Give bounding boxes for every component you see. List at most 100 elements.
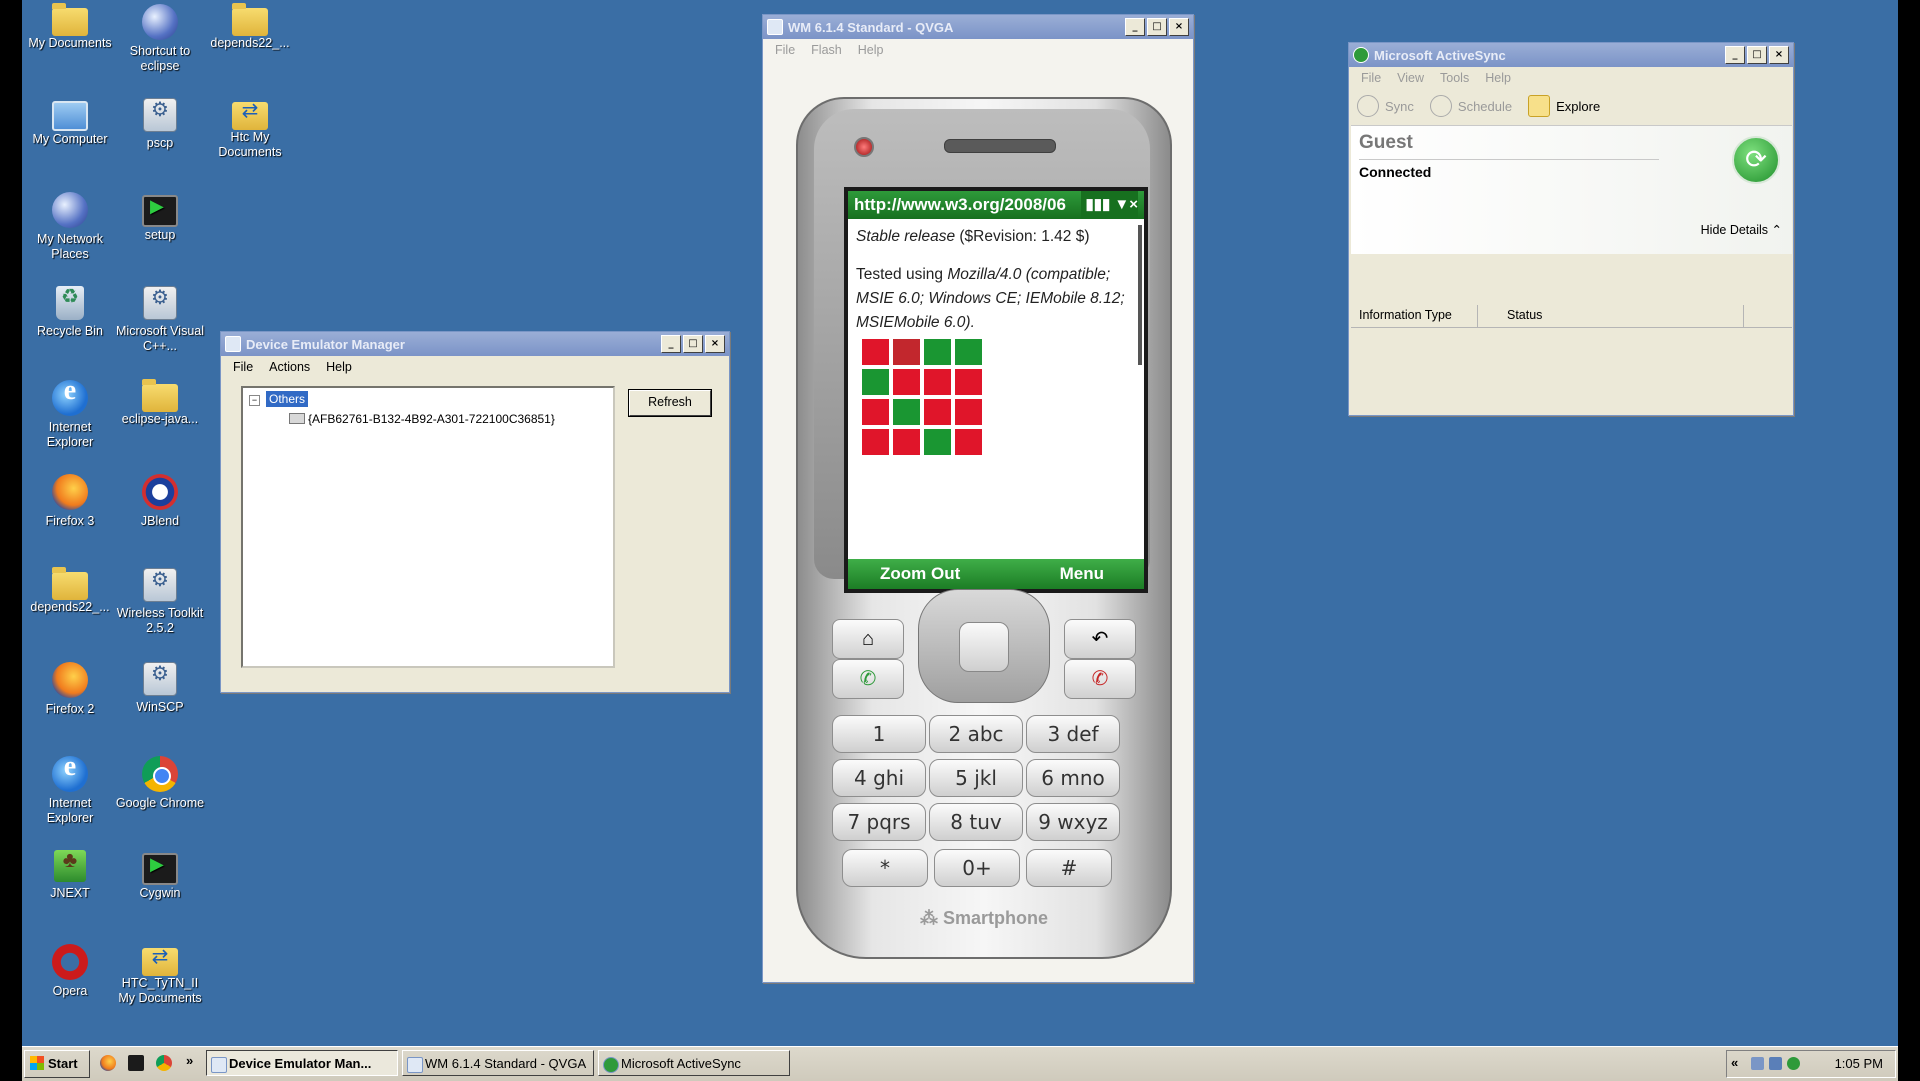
menu-view[interactable]: View xyxy=(1389,71,1432,85)
desktop-icon-htc-my-documents[interactable]: Htc My Documents xyxy=(205,98,295,160)
dpad-center-button[interactable] xyxy=(959,622,1009,672)
key-9[interactable]: 9 wxyz xyxy=(1026,803,1120,841)
desktop-icon-my-computer[interactable]: My Computer xyxy=(25,98,115,147)
column-status[interactable]: Status xyxy=(1507,308,1542,322)
minimize-button[interactable]: _ xyxy=(661,335,681,353)
key-4[interactable]: 4 ghi xyxy=(832,759,926,797)
tested-using-label: Tested using xyxy=(856,266,948,283)
minimize-button[interactable]: _ xyxy=(1725,46,1745,64)
dem-titlebar[interactable]: Device Emulator Manager _ □ × xyxy=(221,332,729,356)
back-button[interactable]: ↶ xyxy=(1064,619,1136,659)
menu-actions[interactable]: Actions xyxy=(261,360,318,374)
desktop-icon-htc-tytn[interactable]: HTC_TyTN_II My Documents xyxy=(115,944,205,1006)
emulator-window: WM 6.1.4 Standard - QVGA _ □ × File Flas… xyxy=(762,14,1194,983)
desktop-icon-setup[interactable]: setup xyxy=(115,192,205,243)
schedule-button[interactable]: Schedule xyxy=(1429,95,1512,117)
desktop-icon-internet-explorer[interactable]: Internet Explorer xyxy=(25,380,115,450)
taskbar-button-emulator[interactable]: WM 6.1.4 Standard - QVGA xyxy=(402,1050,594,1076)
quicklaunch-chrome-icon[interactable] xyxy=(156,1055,172,1071)
desktop-icon-eclipse-java[interactable]: eclipse-java... xyxy=(115,379,205,427)
desktop-icon-pscp[interactable]: pscp xyxy=(115,98,205,151)
start-button[interactable]: Start xyxy=(24,1050,90,1078)
browser-url: http://www.w3.org/2008/06 xyxy=(854,195,1066,214)
browser-address-bar[interactable]: http://www.w3.org/2008/06 ▮▮▮ ▼× xyxy=(848,191,1144,219)
tray-expand-button[interactable]: « xyxy=(1731,1055,1738,1070)
key-star[interactable]: * xyxy=(842,849,928,887)
device-tree[interactable]: − Others {AFB62761-B132-4B92-A301-722100C… xyxy=(241,386,615,668)
key-1[interactable]: 1 xyxy=(832,715,926,753)
activesync-titlebar[interactable]: Microsoft ActiveSync _ □ × xyxy=(1349,43,1793,67)
tree-node-others[interactable]: − Others xyxy=(249,391,309,407)
sync-button[interactable]: Sync xyxy=(1357,95,1414,117)
key-6[interactable]: 6 mno xyxy=(1026,759,1120,797)
desktop-icon-my-documents[interactable]: My Documents xyxy=(25,3,115,51)
recycle-bin-icon xyxy=(56,286,84,320)
maximize-button[interactable]: □ xyxy=(683,335,703,353)
collapse-icon[interactable]: − xyxy=(249,395,260,406)
menu-flash[interactable]: Flash xyxy=(803,43,850,57)
desktop-icon-label: Opera xyxy=(52,984,88,998)
close-button[interactable]: × xyxy=(1769,46,1789,64)
network-icon[interactable] xyxy=(1751,1057,1764,1070)
desktop-icon-jnext[interactable]: JNEXT xyxy=(25,850,115,901)
dpad[interactable] xyxy=(918,589,1050,703)
desktop-icon-depends22[interactable]: depends22_... xyxy=(205,3,295,51)
refresh-button[interactable]: Refresh xyxy=(628,389,712,417)
key-3[interactable]: 3 def xyxy=(1026,715,1120,753)
explore-button[interactable]: Explore xyxy=(1528,95,1600,117)
call-button[interactable]: ✆ xyxy=(832,659,904,699)
key-0[interactable]: 0+ xyxy=(934,849,1020,887)
minimize-button[interactable]: _ xyxy=(1125,18,1145,36)
desktop-icon-eclipse[interactable]: Shortcut to eclipse xyxy=(115,4,205,74)
menu-file[interactable]: File xyxy=(1353,71,1389,85)
menu-file[interactable]: File xyxy=(767,43,803,57)
key-8[interactable]: 8 tuv xyxy=(929,803,1023,841)
menu-help[interactable]: Help xyxy=(318,360,360,374)
desktop-icon-wireless-toolkit[interactable]: Wireless Toolkit 2.5.2 xyxy=(115,568,205,636)
desktop-icon-google-chrome[interactable]: Google Chrome xyxy=(115,756,205,811)
menu-help[interactable]: Help xyxy=(850,43,892,57)
menu-tools[interactable]: Tools xyxy=(1432,71,1477,85)
menu-help[interactable]: Help xyxy=(1477,71,1519,85)
desktop-icon-winscp[interactable]: WinSCP xyxy=(115,662,205,715)
quicklaunch-cygwin-icon[interactable] xyxy=(128,1055,144,1071)
softkey-right[interactable]: Menu xyxy=(1060,559,1104,589)
desktop-icon-firefox-3[interactable]: Firefox 3 xyxy=(25,474,115,529)
quicklaunch-firefox-icon[interactable] xyxy=(100,1055,116,1071)
desktop-icon-visual-cpp[interactable]: Microsoft Visual C++... xyxy=(115,286,205,354)
home-button[interactable]: ⌂ xyxy=(832,619,904,659)
desktop-icon-jblend[interactable]: JBlend xyxy=(115,474,205,529)
desktop-icon-label: Wireless Toolkit 2.5.2 xyxy=(116,606,204,635)
desktop-icon-recycle-bin[interactable]: Recycle Bin xyxy=(25,286,115,339)
desktop-icon-internet-explorer-2[interactable]: Internet Explorer xyxy=(25,756,115,826)
column-divider xyxy=(1743,305,1744,327)
key-7[interactable]: 7 pqrs xyxy=(832,803,926,841)
key-5[interactable]: 5 jkl xyxy=(929,759,1023,797)
column-information-type[interactable]: Information Type xyxy=(1359,308,1452,322)
key-hash[interactable]: # xyxy=(1026,849,1112,887)
activesync-tray-icon[interactable] xyxy=(1787,1057,1800,1070)
quicklaunch-overflow[interactable]: » xyxy=(186,1053,193,1068)
desktop-icon-firefox-2[interactable]: Firefox 2 xyxy=(25,662,115,717)
close-button[interactable]: × xyxy=(1169,18,1189,36)
close-button[interactable]: × xyxy=(705,335,725,353)
end-call-button[interactable]: ✆ xyxy=(1064,659,1136,699)
maximize-button[interactable]: □ xyxy=(1747,46,1767,64)
taskbar-button-dem[interactable]: Device Emulator Man... xyxy=(206,1050,398,1076)
clock[interactable]: 1:05 PM xyxy=(1835,1051,1883,1077)
scrollbar[interactable] xyxy=(1138,225,1142,365)
tree-node-device[interactable]: {AFB62761-B132-4B92-A301-722100C36851} xyxy=(289,412,555,426)
maximize-button[interactable]: □ xyxy=(1147,18,1167,36)
menu-file[interactable]: File xyxy=(225,360,261,374)
taskbar-button-activesync[interactable]: Microsoft ActiveSync xyxy=(598,1050,790,1076)
emulator-titlebar[interactable]: WM 6.1.4 Standard - QVGA _ □ × xyxy=(763,15,1193,39)
phone-screen[interactable]: http://www.w3.org/2008/06 ▮▮▮ ▼× Stable … xyxy=(844,187,1148,593)
hide-details-link[interactable]: Hide Details ⌃ xyxy=(1701,222,1782,237)
desktop-icon-cygwin[interactable]: Cygwin xyxy=(115,850,205,901)
desktop-icon-network-places[interactable]: My Network Places xyxy=(25,192,115,262)
softkey-left[interactable]: Zoom Out xyxy=(880,559,960,589)
device-icon[interactable] xyxy=(1769,1057,1782,1070)
desktop-icon-opera[interactable]: Opera xyxy=(25,944,115,999)
desktop-icon-depends22-2[interactable]: depends22_... xyxy=(25,567,115,615)
key-2[interactable]: 2 abc xyxy=(929,715,1023,753)
